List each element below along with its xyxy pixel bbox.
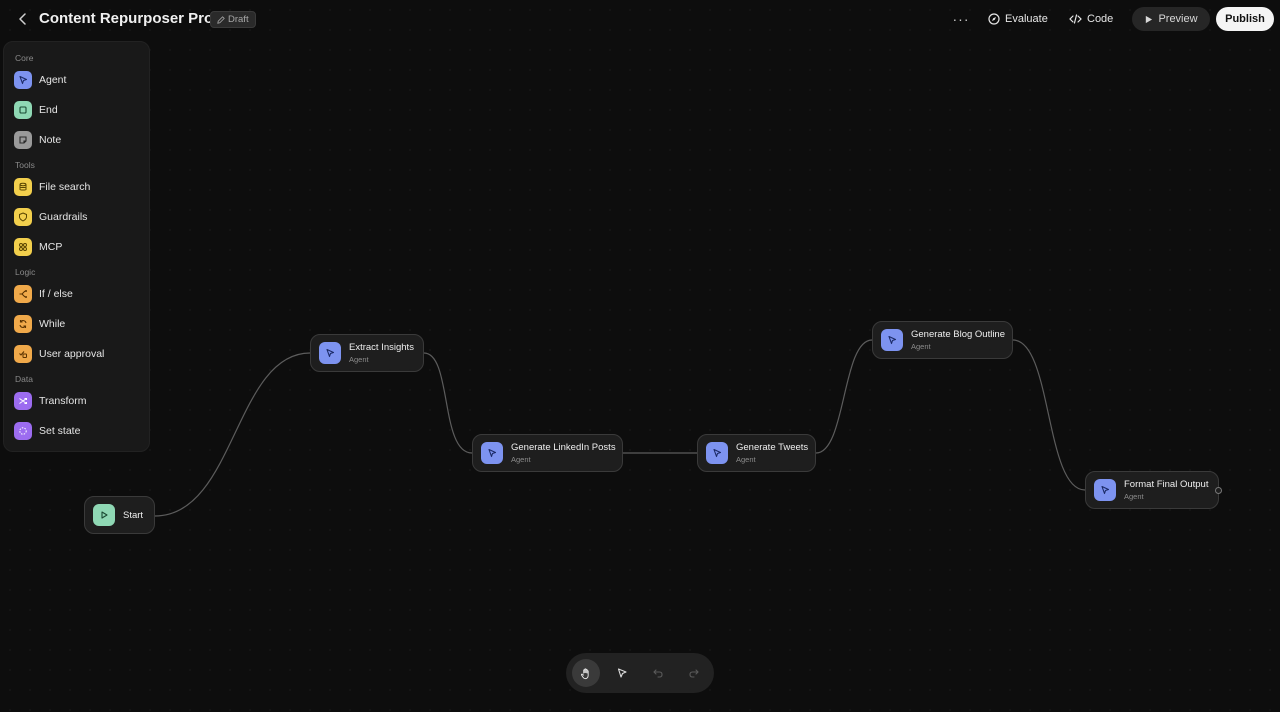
agent-icon — [881, 329, 903, 351]
node-generate-blog-outline[interactable]: Generate Blog Outline Agent — [872, 321, 1013, 359]
node-subtitle: Agent — [1124, 492, 1144, 501]
node-format-final-output[interactable]: Format Final Output Agent — [1085, 471, 1219, 509]
node-generate-linkedin-posts[interactable]: Generate LinkedIn Posts Agent — [472, 434, 623, 472]
edge-start-extract — [154, 352, 311, 517]
workflow-edges — [154, 339, 1086, 517]
edge-tweets-blog — [815, 339, 873, 454]
node-subtitle: Agent — [911, 342, 931, 351]
node-text: Format Final Output Agent — [1124, 479, 1208, 501]
node-start[interactable]: Start — [84, 496, 155, 534]
node-title: Generate LinkedIn Posts — [511, 442, 616, 453]
agent-icon — [1094, 479, 1116, 501]
node-text: Generate LinkedIn Posts Agent — [511, 442, 616, 464]
hand-icon — [580, 667, 589, 679]
edge-extract-linkedin — [423, 352, 473, 454]
node-subtitle: Agent — [736, 455, 756, 464]
node-generate-tweets[interactable]: Generate Tweets Agent — [697, 434, 816, 472]
node-subtitle: Agent — [511, 455, 531, 464]
node-title: Format Final Output — [1124, 479, 1209, 490]
redo-icon — [689, 669, 699, 678]
node-text: Generate Blog Outline Agent — [911, 329, 1005, 351]
edge-blog-format — [1012, 339, 1086, 491]
undo-button[interactable] — [644, 659, 672, 687]
agent-icon — [706, 442, 728, 464]
play-icon — [93, 504, 115, 526]
output-port[interactable] — [1215, 487, 1222, 494]
node-text: Generate Tweets Agent — [736, 442, 808, 464]
redo-button[interactable] — [680, 659, 708, 687]
node-subtitle: Agent — [349, 355, 369, 364]
node-title: Extract Insights — [349, 342, 414, 353]
node-text: Extract Insights Agent — [349, 342, 414, 364]
node-title: Generate Blog Outline — [911, 329, 1006, 340]
node-title: Generate Tweets — [736, 442, 809, 453]
canvas-toolbar — [566, 653, 714, 693]
pointer-icon — [617, 668, 627, 678]
select-tool-button[interactable] — [608, 659, 636, 687]
agent-icon — [319, 342, 341, 364]
undo-icon — [653, 669, 663, 678]
node-title: Start — [123, 509, 144, 521]
pan-tool-button[interactable] — [572, 659, 600, 687]
node-extract-insights[interactable]: Extract Insights Agent — [310, 334, 424, 372]
agent-icon — [481, 442, 503, 464]
